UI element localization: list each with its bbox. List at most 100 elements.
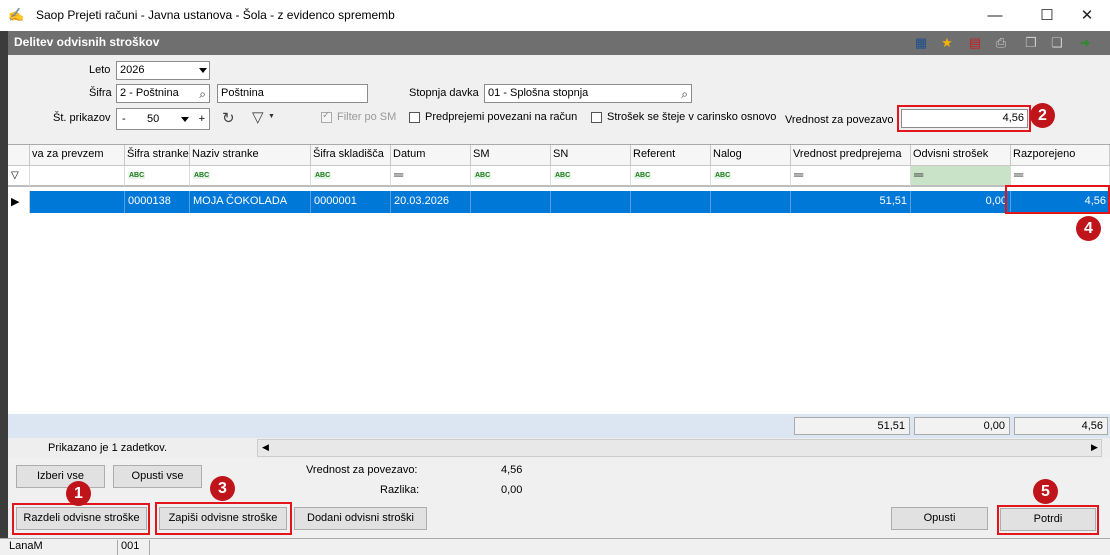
filter-cell[interactable]: ABC (631, 166, 711, 187)
table-cell[interactable] (711, 191, 791, 213)
column-header[interactable]: Referent (631, 145, 711, 166)
app-icon: ✍ (8, 7, 25, 22)
filter-cell[interactable]: ═ (791, 166, 911, 187)
column-header[interactable]: Vrednost predprejema (791, 145, 911, 166)
column-header[interactable]: Šifra skladišča (311, 145, 391, 166)
column-header[interactable]: SN (551, 145, 631, 166)
highlight-box-5 (997, 505, 1099, 535)
column-header[interactable]: Šifra stranke (125, 145, 190, 166)
search-icon[interactable]: ⌕ (199, 86, 206, 102)
predprejemi-label: Predprejemi povezani na račun (425, 111, 578, 123)
filter-cell[interactable]: ABC (125, 166, 190, 187)
search-icon[interactable]: ⌕ (681, 86, 688, 102)
status-code: 001 (118, 540, 150, 555)
filter-cell[interactable]: ABC (190, 166, 311, 187)
table-cell[interactable] (631, 191, 711, 213)
text-filter-icon: ABC (714, 172, 732, 179)
sifra-input[interactable]: 2 - Poštnina ⌕ (116, 84, 210, 103)
minimize-button[interactable]: — (972, 0, 1018, 31)
scroll-left-icon[interactable]: ◀ (262, 442, 269, 453)
close-button[interactable]: ✕ (1064, 0, 1110, 31)
table-cell[interactable]: 0000138 (125, 191, 190, 213)
filter-sm-checkbox[interactable] (321, 110, 332, 123)
decrement-button[interactable]: - (122, 111, 126, 128)
paste-icon[interactable]: ❏ (1048, 34, 1066, 52)
text-filter-icon: ABC (128, 172, 146, 179)
refresh-icon[interactable]: ↻ (222, 109, 235, 127)
row-selector-icon[interactable]: ▶ (8, 191, 30, 213)
status-user: LanaM (6, 540, 118, 555)
sifra-label: Šifra (89, 87, 112, 99)
summary-razlika-value: 0,00 (501, 484, 523, 496)
highlight-box-2 (897, 105, 1031, 132)
text-filter-icon: ABC (554, 172, 572, 179)
table-cell[interactable]: 51,51 (791, 191, 911, 213)
izberi-vse-button[interactable]: Izberi vse (16, 465, 105, 488)
chevron-down-icon[interactable] (181, 117, 189, 122)
window-titlebar: ✍ Saop Prejeti računi - Javna ustanova -… (0, 0, 1110, 31)
predprejemi-checkbox[interactable] (409, 112, 420, 123)
strosek-checkbox[interactable] (591, 112, 602, 123)
filter-dropdown-icon[interactable]: ▼ (268, 113, 275, 120)
data-grid: va za prevzem Šifra stranke Naziv strank… (8, 144, 1110, 414)
filter-cell[interactable]: ═ (1011, 166, 1110, 187)
table-cell[interactable]: MOJA ČOKOLADA (190, 191, 311, 213)
filter-cell[interactable]: ═ (391, 166, 471, 187)
leto-label: Leto (89, 64, 111, 76)
column-header[interactable]: Naziv stranke (190, 145, 311, 166)
filter-sm-label: Filter po SM (337, 111, 397, 123)
print-icon[interactable]: ⎙ (992, 34, 1010, 52)
pdf-icon[interactable]: ▤ (966, 34, 984, 52)
leto-select[interactable]: 2026 (116, 61, 210, 80)
column-header[interactable]: Razporejeno (1011, 145, 1110, 166)
filter-cell[interactable] (30, 166, 125, 187)
badge-1: 1 (66, 481, 91, 506)
table-cell[interactable]: 20.03.2026 (391, 191, 471, 213)
opusti-button[interactable]: Opusti (891, 507, 988, 530)
chevron-down-icon (199, 68, 207, 73)
filter-cell[interactable]: ABC (711, 166, 791, 187)
star-icon[interactable]: ★ (938, 34, 956, 52)
total-odvisni: 0,00 (914, 417, 1010, 435)
filter-cell[interactable]: ABC (471, 166, 551, 187)
filter-cell[interactable]: ABC (311, 166, 391, 187)
horizontal-scrollbar[interactable]: ◀ ▶ (257, 439, 1102, 457)
strosek-label: Strošek se šteje v carinsko osnovo (607, 111, 777, 123)
form-header: Delitev odvisnih stroškov ▦ ★ ▤ ⎙ ❐ ❏ ➜ (8, 31, 1110, 55)
table-cell[interactable] (471, 191, 551, 213)
filter-icon[interactable]: ▽ (252, 108, 264, 126)
stopnja-value: 01 - Splošna stopnja (488, 87, 589, 99)
badge-4: 4 (1076, 216, 1101, 241)
scroll-right-icon[interactable]: ▶ (1091, 442, 1098, 453)
filter-cell[interactable]: ═ (911, 166, 1011, 187)
exit-icon[interactable]: ➜ (1076, 34, 1094, 52)
copy-icon[interactable]: ❐ (1022, 34, 1040, 52)
column-header[interactable]: Nalog (711, 145, 791, 166)
opusti-vse-button[interactable]: Opusti vse (113, 465, 202, 488)
column-header[interactable]: SM (471, 145, 551, 166)
column-header[interactable]: va za prevzem (30, 145, 125, 166)
window-title: Saop Prejeti računi - Javna ustanova - Š… (36, 8, 395, 22)
increment-button[interactable]: + (199, 111, 205, 128)
badge-3: 3 (210, 476, 235, 501)
totals-row: 51,51 0,00 4,56 (8, 414, 1110, 438)
text-filter-icon: ABC (634, 172, 652, 179)
column-header[interactable]: Odvisni strošek (911, 145, 1011, 166)
table-cell[interactable]: 0,00 (911, 191, 1011, 213)
stevilo-stepper[interactable]: - 50 + (116, 108, 210, 130)
left-edge-bar (0, 31, 8, 555)
table-layout-icon[interactable]: ▦ (912, 34, 930, 52)
summary-vrednost-label: Vrednost za povezavo: (306, 464, 418, 476)
stopnja-input[interactable]: 01 - Splošna stopnja ⌕ (484, 84, 692, 103)
filter-cell[interactable]: ABC (551, 166, 631, 187)
column-header[interactable]: Datum (391, 145, 471, 166)
table-cell[interactable] (551, 191, 631, 213)
sifra-name-value: Poštnina (221, 87, 264, 99)
text-filter-icon: ABC (314, 172, 332, 179)
table-cell[interactable]: 0000001 (311, 191, 391, 213)
record-count: Prikazano je 1 zadetkov. (48, 442, 168, 454)
stevilo-value: 50 (147, 113, 160, 125)
dodani-button[interactable]: Dodani odvisni stroški (294, 507, 427, 530)
table-cell[interactable] (30, 191, 125, 213)
equals-filter-icon: ═ (394, 167, 404, 182)
